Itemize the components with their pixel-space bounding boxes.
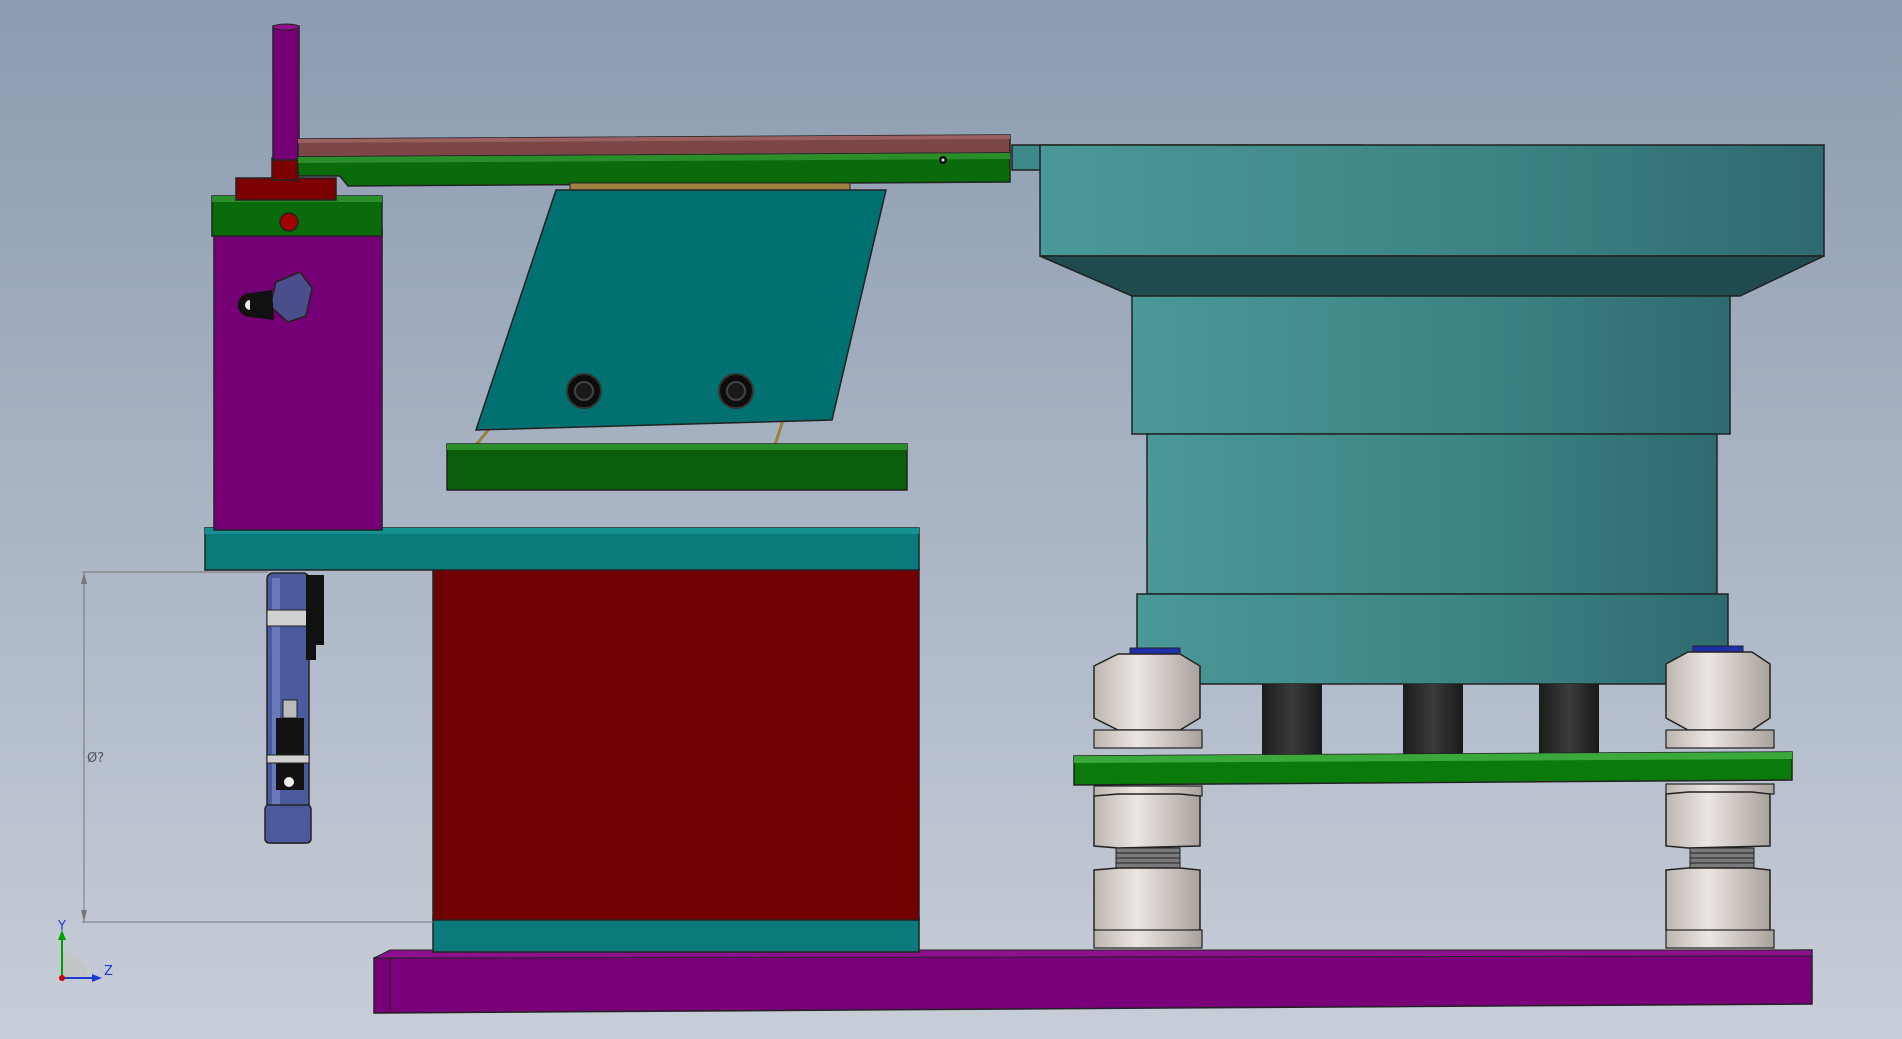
pneumatic-cylinder[interactable] <box>264 572 324 844</box>
lower-teal-strip[interactable] <box>432 917 920 953</box>
vertical-rod[interactable] <box>272 23 300 161</box>
green-column-cap[interactable] <box>211 195 383 237</box>
mounting-plate[interactable] <box>1073 751 1793 786</box>
nut-stack-left[interactable] <box>1093 647 1203 949</box>
nut-stack-right[interactable] <box>1665 645 1775 949</box>
cad-viewport[interactable]: Ø? Y Z <box>0 0 1902 1039</box>
dimension-label: Ø? <box>87 751 104 766</box>
top-rail[interactable] <box>297 134 1011 187</box>
z-axis-label: Z <box>104 964 113 979</box>
dimension-annotation[interactable]: Ø? <box>81 571 433 923</box>
red-pin <box>279 212 299 232</box>
support-legs[interactable] <box>1262 684 1599 756</box>
coordinate-triad: Y Z <box>57 919 113 982</box>
bowl-feeder[interactable] <box>1039 144 1825 685</box>
y-axis-label: Y <box>57 919 66 934</box>
base-plate[interactable] <box>373 949 1813 1014</box>
green-plate[interactable] <box>446 443 908 491</box>
red-block[interactable] <box>432 567 920 921</box>
teal-platform[interactable] <box>204 527 920 571</box>
inclined-plate[interactable] <box>474 182 887 446</box>
